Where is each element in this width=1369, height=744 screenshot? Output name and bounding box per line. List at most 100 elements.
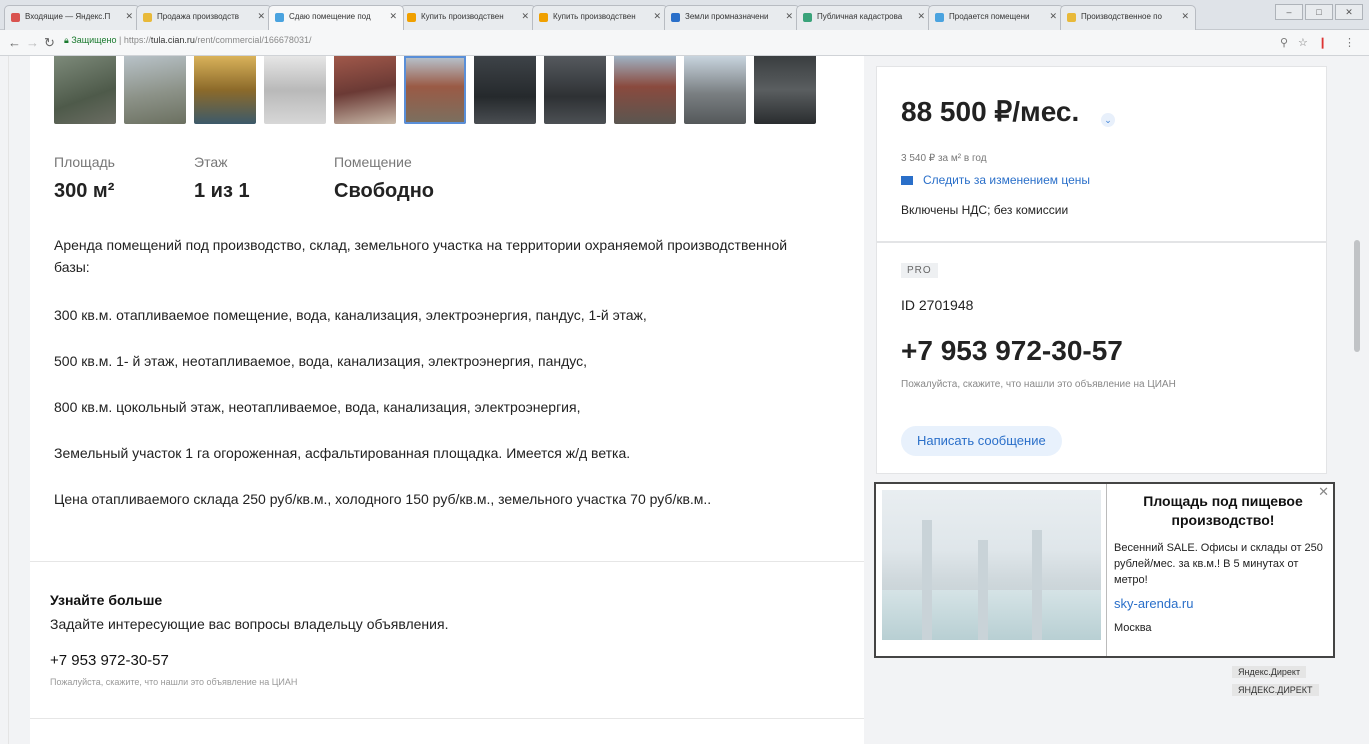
page-content: Площадь 300 м² Этаж 1 из 1 Помещение Сво… (0, 56, 1369, 744)
tab-favicon-icon (11, 13, 20, 22)
photo-thumb-9[interactable] (614, 56, 676, 124)
ad-title[interactable]: Площадь под пищевое производство! (1114, 492, 1332, 530)
close-window-button[interactable]: ✕ (1335, 4, 1363, 20)
description-paragraph: Аренда помещений под производство, склад… (54, 237, 788, 275)
forward-icon[interactable]: → (26, 35, 39, 50)
lock-icon: 🔒︎ (64, 35, 69, 45)
ad-image-column (922, 520, 932, 640)
photo-thumb-5[interactable] (334, 56, 396, 124)
description-paragraph: Земельный участок 1 га огороженная, асфа… (54, 445, 631, 461)
section-divider (30, 561, 864, 562)
learn-more-title: Узнайте больше (50, 592, 163, 608)
photo-thumb-8[interactable] (544, 56, 606, 124)
ad-text: Весенний SALE. Офисы и склады от 250 руб… (1114, 542, 1323, 586)
yandex-direct-label-2[interactable]: ЯНДЕКС.ДИРЕКТ (1232, 684, 1319, 696)
browser-tab[interactable]: Купить производствен ✕ (400, 5, 536, 30)
learn-more-hint: Пожалуйста, скажите, что нашли это объяв… (50, 677, 298, 687)
address-bar: ← → ↻ 🔒︎ Защищено | https://tula.cian.ru… (0, 30, 1369, 56)
tab-label: Продается помещени (949, 12, 1030, 21)
tab-favicon-icon (803, 13, 812, 22)
fact-label: Площадь (54, 154, 115, 170)
contact-phone[interactable]: +7 953 972-30-57 (901, 335, 1123, 367)
tab-favicon-icon (275, 13, 284, 22)
ad-image-floor (882, 590, 1101, 640)
price-per-sqm: 3 540 ₽ за м² в год (901, 153, 987, 164)
fact-status: Помещение Свободно (334, 154, 434, 203)
photo-thumb-3[interactable] (194, 56, 256, 124)
url-path: /rent/commercial/166678031/ (194, 35, 312, 45)
tab-close-icon[interactable]: ✕ (653, 11, 661, 22)
price: 88 500 ₽/мес. (901, 96, 1080, 127)
tab-close-icon[interactable]: ✕ (917, 11, 925, 22)
photo-thumbnails (54, 56, 844, 124)
tab-close-icon[interactable]: ✕ (389, 11, 397, 22)
follow-price-label: Следить за изменением цены (923, 173, 1091, 187)
tab-close-icon[interactable]: ✕ (1181, 11, 1189, 22)
browser-tab[interactable]: Продается помещени ✕ (928, 5, 1064, 30)
browser-tab-bar: Входящие — Яндекс.П ✕ Продажа производств ✕… (0, 0, 1369, 30)
learn-more-phone[interactable]: +7 953 972-30-57 (50, 652, 448, 669)
photo-thumb-6[interactable] (404, 56, 466, 124)
reload-icon[interactable]: ↻ (44, 35, 55, 51)
photo-thumb-7[interactable] (474, 56, 536, 124)
url-host: tula.cian.ru (150, 35, 195, 45)
ad-block[interactable]: Площадь под пищевое производство! Весенн… (874, 482, 1335, 658)
yandex-direct-label[interactable]: Яндекс.Директ (1232, 666, 1307, 678)
zoom-icon[interactable]: ⚲ (1280, 36, 1288, 49)
browser-tab[interactable]: Продажа производств ✕ (136, 5, 272, 30)
description-paragraph: 500 кв.м. 1- й этаж, неотапливаемое, вод… (54, 353, 588, 369)
browser-tab[interactable]: Входящие — Яндекс.П ✕ (4, 5, 140, 30)
photo-thumb-11[interactable] (754, 56, 816, 124)
photo-thumb-4[interactable] (264, 56, 326, 124)
follow-price-link[interactable]: Следить за изменением цены (901, 173, 1090, 187)
description-paragraph: Цена отапливаемого склада 250 руб/кв.м.,… (54, 491, 712, 507)
url-field[interactable]: 🔒︎ Защищено | https://tula.cian.ru/rent/… (64, 35, 311, 46)
ad-link[interactable]: sky-arenda.ru (1114, 596, 1193, 611)
envelope-icon (901, 176, 913, 186)
agent-id: ID 2701948 (901, 297, 974, 313)
tab-close-icon[interactable]: ✕ (257, 11, 265, 22)
close-icon[interactable]: ✕ (1318, 484, 1329, 500)
minimize-button[interactable]: ‒ (1275, 4, 1303, 20)
chevron-down-icon[interactable]: ⌄ (1101, 113, 1115, 127)
extension-icon[interactable]: ❙ (1318, 36, 1327, 49)
tab-label: Производственное по (1081, 12, 1162, 21)
photo-thumb-1[interactable] (54, 56, 116, 124)
pro-badge: PRO (901, 263, 938, 278)
tab-favicon-icon (671, 13, 680, 22)
maximize-button[interactable]: □ (1305, 4, 1333, 20)
page-scrollbar[interactable] (1352, 56, 1362, 744)
tab-label: Сдаю помещение под (289, 12, 371, 21)
back-icon[interactable]: ← (8, 35, 21, 50)
listing-main: Площадь 300 м² Этаж 1 из 1 Помещение Сво… (30, 56, 864, 744)
tab-close-icon[interactable]: ✕ (1049, 11, 1057, 22)
tab-label: Земли промназначени (685, 12, 769, 21)
write-message-button[interactable]: Написать сообщение (901, 426, 1062, 456)
window-controls: ‒ □ ✕ (1275, 4, 1363, 20)
tab-favicon-icon (935, 13, 944, 22)
fact-label: Этаж (194, 154, 228, 170)
tab-close-icon[interactable]: ✕ (125, 11, 133, 22)
scrollbar-thumb[interactable] (1354, 240, 1360, 352)
browser-tab[interactable]: Земли промназначени ✕ (664, 5, 800, 30)
browser-tab[interactable]: Купить производствен ✕ (532, 5, 668, 30)
fact-area: Площадь 300 м² (54, 154, 115, 203)
photo-thumb-2[interactable] (124, 56, 186, 124)
tab-close-icon[interactable]: ✕ (521, 11, 529, 22)
bookmark-star-icon[interactable]: ☆ (1298, 36, 1308, 49)
tab-close-icon[interactable]: ✕ (785, 11, 793, 22)
menu-icon[interactable]: ⋮ (1344, 36, 1355, 49)
fact-value: Свободно (334, 180, 434, 202)
tab-label: Публичная кадастрова (817, 12, 903, 21)
tab-favicon-icon (143, 13, 152, 22)
fact-value: 300 м² (54, 180, 115, 202)
browser-tab[interactable]: Публичная кадастрова ✕ (796, 5, 932, 30)
browser-tab[interactable]: Сдаю помещение под ✕ (268, 5, 404, 30)
fact-floor: Этаж 1 из 1 (194, 154, 250, 203)
tab-favicon-icon (407, 13, 416, 22)
ad-image[interactable] (882, 490, 1101, 640)
browser-tab[interactable]: Производственное по ✕ (1060, 5, 1196, 30)
tab-favicon-icon (539, 13, 548, 22)
photo-thumb-10[interactable] (684, 56, 746, 124)
fact-value: 1 из 1 (194, 180, 250, 202)
